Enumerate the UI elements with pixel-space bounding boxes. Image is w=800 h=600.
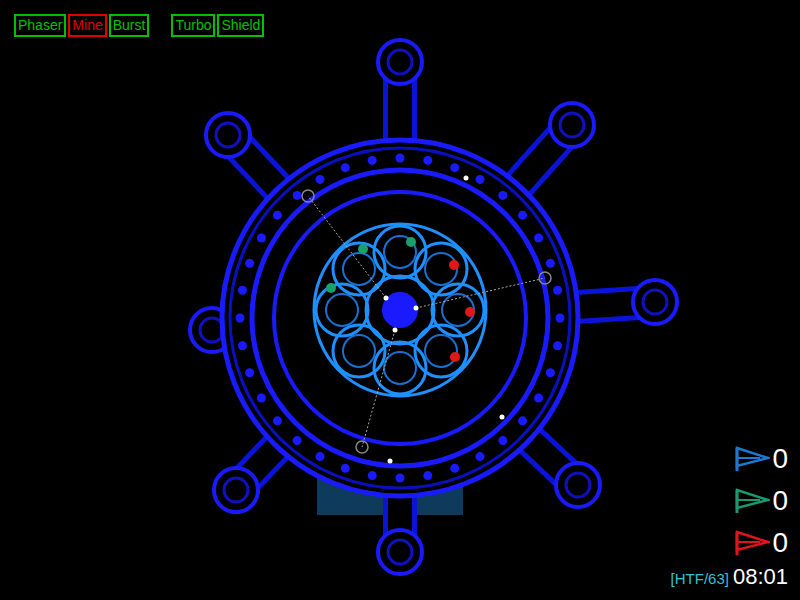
weapon-bar: PhaserMineBurst	[14, 14, 149, 37]
hud-bottom-right: 000[HTF/63]08:01	[671, 444, 788, 591]
team-flag-icon	[734, 488, 770, 514]
hud-slot: Phaser	[14, 14, 66, 37]
arena-map	[0, 0, 800, 600]
status-line: [HTF/63]08:01	[671, 564, 788, 591]
flag-marker	[449, 260, 459, 270]
hud-top: PhaserMineBurst TurboShield	[14, 14, 264, 37]
hud-slot: Burst	[109, 14, 150, 37]
flag-marker	[450, 352, 460, 362]
team-score: 0	[734, 444, 788, 474]
team-flag-icon	[734, 446, 770, 472]
flag-marker	[358, 244, 368, 254]
hud-slot: Mine	[68, 14, 106, 37]
team-flag-icon	[734, 530, 770, 556]
flag-marker	[406, 237, 416, 247]
flag-marker	[465, 307, 475, 317]
team-score: 0	[734, 528, 788, 558]
scoreboard: 0 0 0	[734, 444, 788, 558]
hud-slot: Turbo	[171, 14, 215, 37]
team-score: 0	[734, 486, 788, 516]
hud-slot: Shield	[217, 14, 264, 37]
flag-marker	[326, 283, 336, 293]
module-bar: TurboShield	[171, 14, 264, 37]
game-type: [HTF/63]	[671, 568, 729, 591]
game-screen: PhaserMineBurstTurboShield000[HTF/63]08:…	[0, 0, 800, 600]
timer: 08:01	[733, 564, 788, 590]
